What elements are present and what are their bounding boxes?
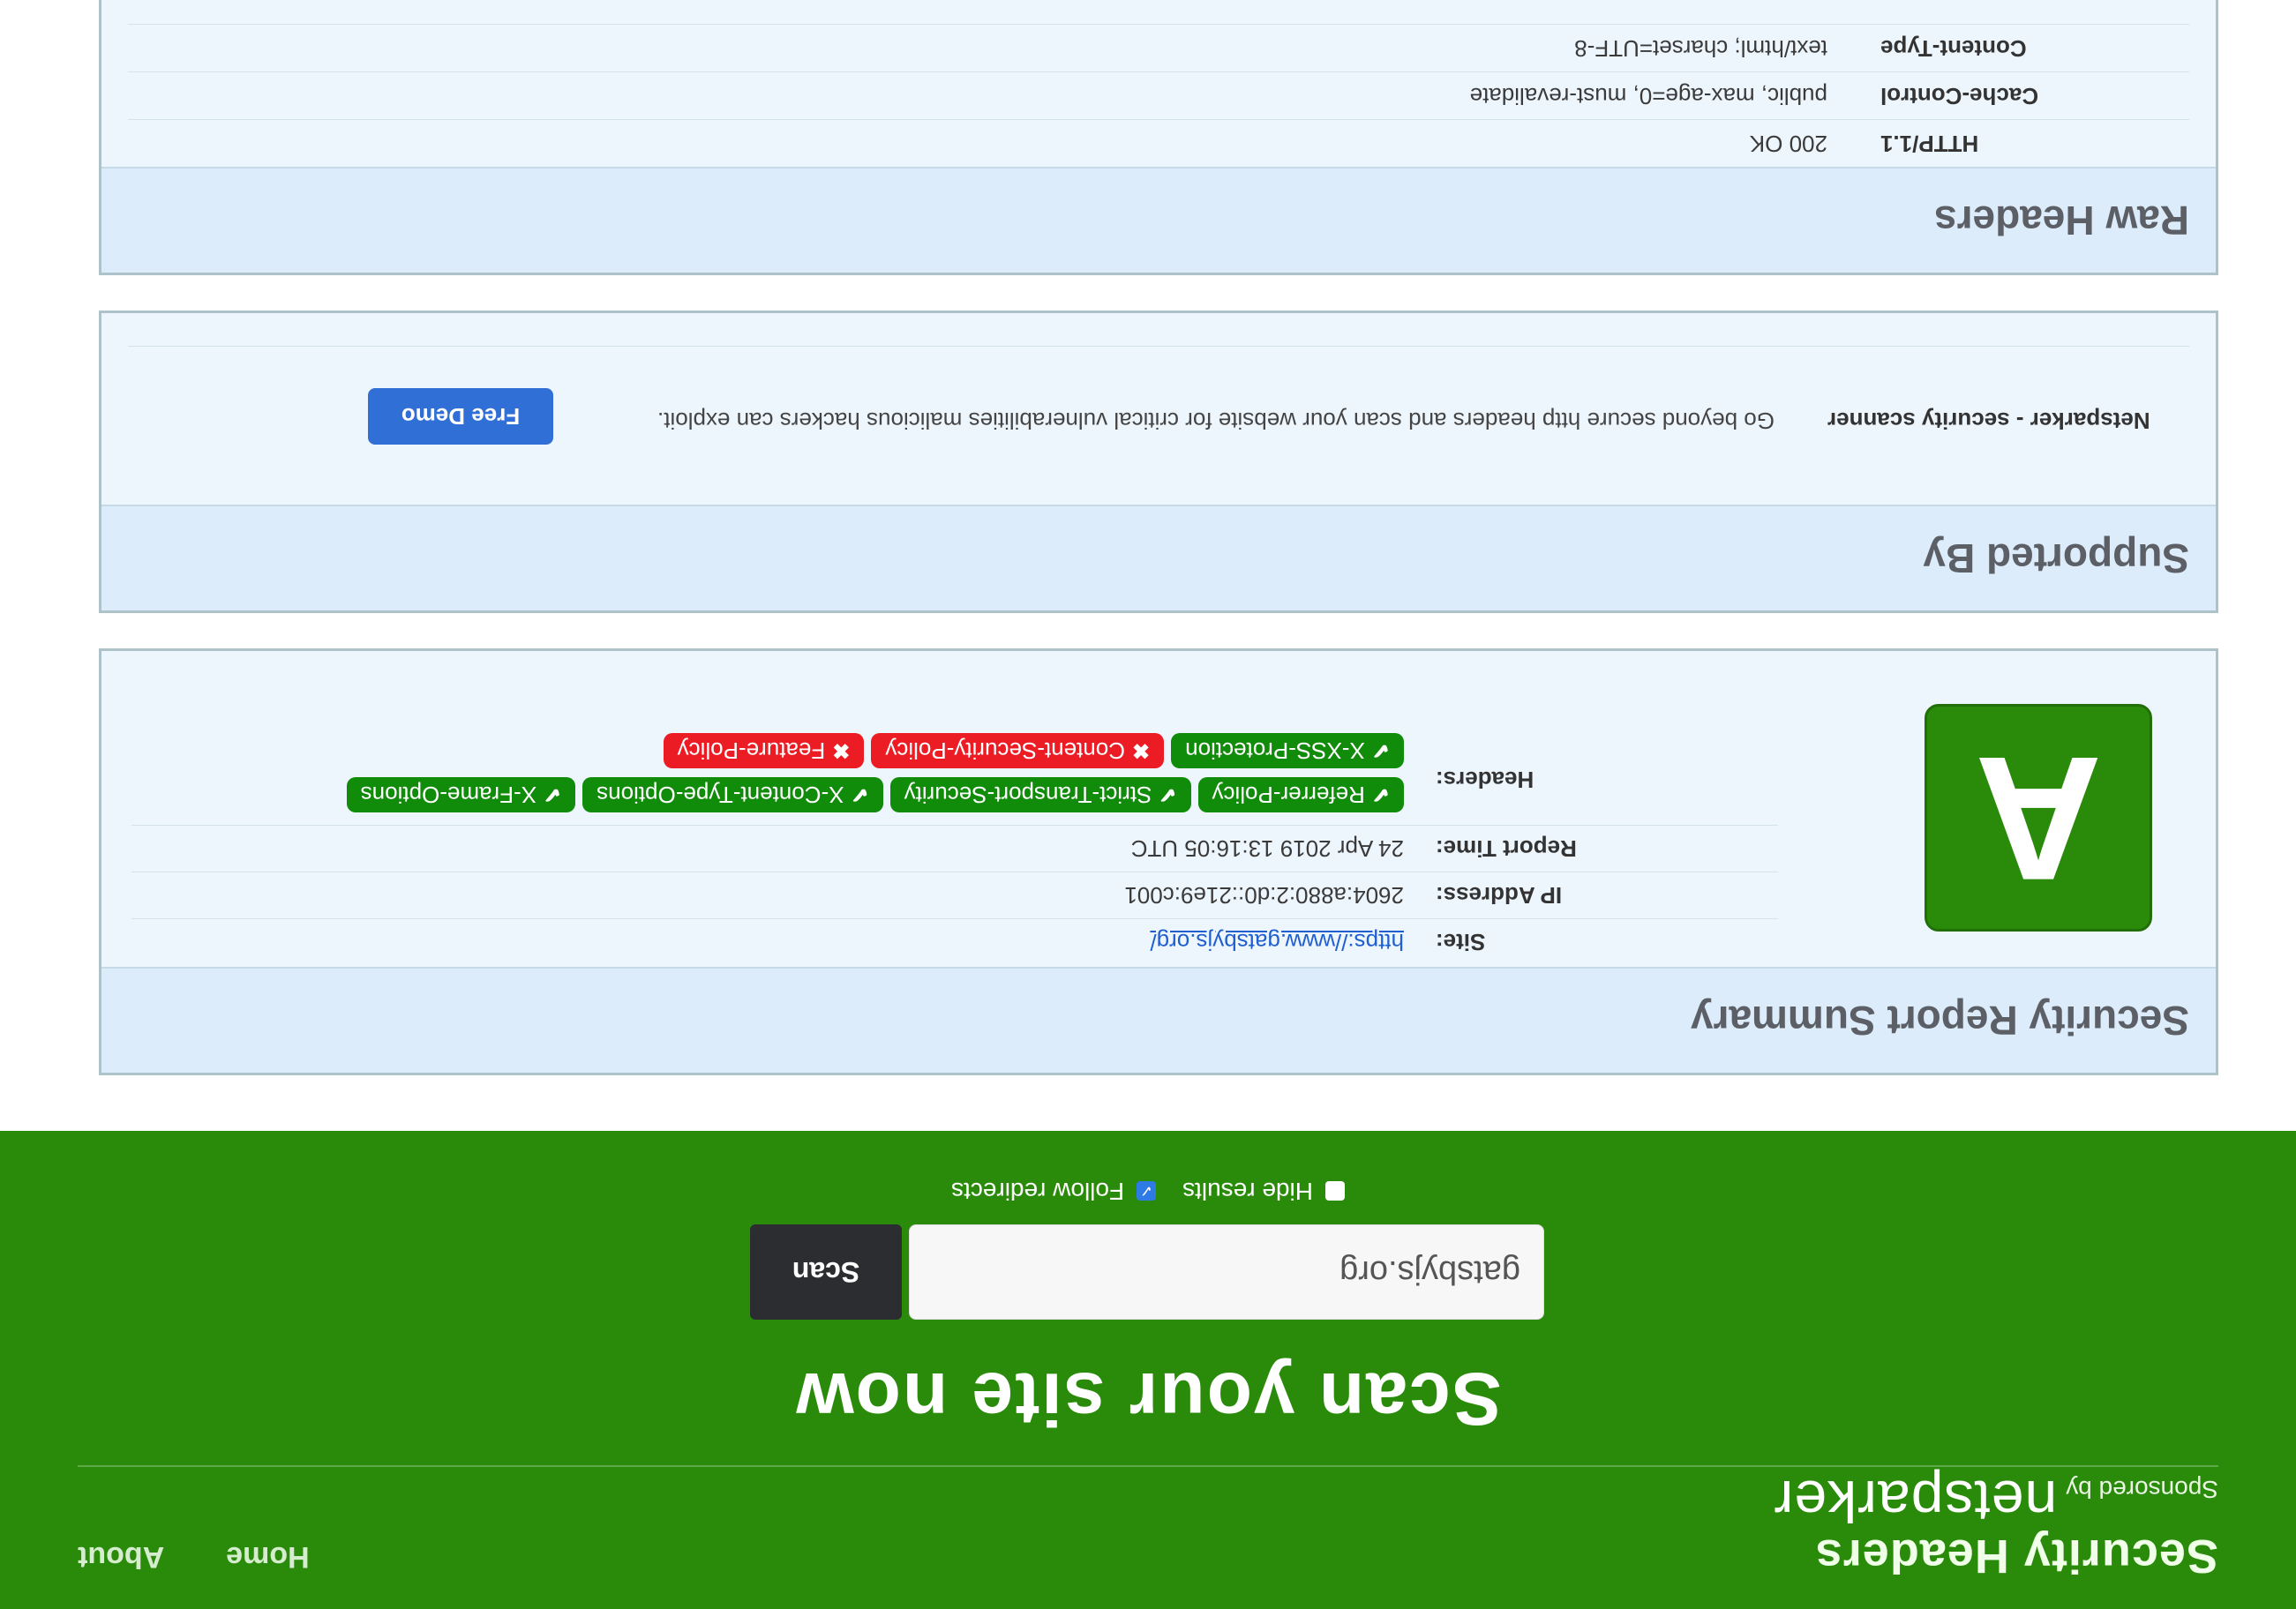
badge-label: X-Content-Type-Options [597,782,844,809]
header-badge-x-content-type-options[interactable]: ✔ X-Content-Type-Options [582,777,883,812]
check-icon: ✔ [1159,782,1177,807]
brand-sponsor-line: Sponsored by netsparker [1773,1468,2218,1535]
raw-header-value: public, max-age=0, must-revalidate [1469,83,1827,109]
check-icon: ✔ [1371,738,1390,763]
main-nav: Home About [78,1539,310,1574]
raw-header-row: Cache-Control public, max-age=0, must-re… [128,71,2189,119]
raw-header-name: Cache-Control [1880,83,2039,109]
summary-row-ip-address: IP Address: 2604:a880:2:d0::21e9:c001 [131,872,1778,918]
header-badge-x-frame-options[interactable]: ✔ X-Frame-Options [346,777,576,812]
badge-label: X-Frame-Options [360,782,537,809]
summary-label: Report Time: [1436,835,1577,863]
scan-form: Scan [750,1224,1544,1320]
site-link[interactable]: https://www.gatsbyjs.org/ [1150,930,1404,956]
sponsor-label: Netsparker - security scanner [1827,408,2150,434]
summary-label: Headers: [1436,767,1534,793]
summary-label: Site: [1436,929,1486,956]
cross-icon: ✖ [832,738,851,763]
grade-letter: A [1974,720,2103,917]
badge-label: Feature-Policy [677,737,826,765]
header-badge-x-xss-protection[interactable]: ✔ X-XSS-Protection [1171,733,1404,768]
header-badge-content-security-policy[interactable]: ✖ Content-Security-Policy [871,733,1165,768]
brand-title[interactable]: Security Headers [1773,1528,2218,1584]
header-badge-strict-transport-security[interactable]: ✔ Strict-Transport-Security [889,777,1191,812]
raw-header-value: 200 OK [1749,131,1827,157]
page: Security Headers Sponsored by netsparker… [0,0,2296,1609]
badge-label: Referrer-Policy [1212,782,1365,809]
header-badges: ✔ Referrer-Policy ✔ Strict-Transport-Secur… [310,733,1404,812]
summary-card-title: Security Report Summary [1691,998,2189,1044]
brand[interactable]: Security Headers Sponsored by netsparker [1773,1468,2218,1584]
badge-label: Strict-Transport-Security [904,782,1152,809]
scan-options: Hide results ✓ Follow redirects [0,1177,2296,1205]
sponsored-by-text: Sponsored by [2066,1476,2218,1503]
header-badge-referrer-policy[interactable]: ✔ Referrer-Policy [1197,777,1404,812]
scan-url-input[interactable] [909,1224,1544,1320]
raw-headers-card: Raw Headers HTTP/1.1 200 OK Cache-Contro… [99,0,2218,275]
netsparker-logo[interactable]: netsparker [1773,1468,2057,1535]
cross-icon: ✖ [1132,738,1151,763]
scan-button[interactable]: Scan [750,1224,902,1320]
nav-home-link[interactable]: Home [226,1539,309,1574]
nav-about-link[interactable]: About [78,1539,164,1574]
free-demo-button[interactable]: Free Demo [368,388,553,445]
summary-row-report-time: Report Time: 24 Apr 2019 13:16:05 UTC [131,825,1778,872]
summary-value: 24 Apr 2019 13:16:05 UTC [1130,835,1404,863]
security-report-summary-card: Security Report Summary A Site: https://… [99,648,2218,1075]
header-divider [78,1465,2218,1467]
sponsor-description: Go beyond secure http headers and scan y… [657,408,1775,434]
supported-by-card: Supported By Netsparker - security scann… [99,311,2218,613]
follow-redirects-checkbox[interactable]: ✓ [1137,1181,1157,1201]
hero-title: Scan your site now [794,1358,1502,1441]
summary-row-site: Site: https://www.gatsbyjs.org/ [131,918,1778,965]
hide-results-checkbox[interactable] [1324,1181,1345,1201]
summary-value: ✔ Referrer-Policy ✔ Strict-Transport-Secur… [131,733,1404,812]
raw-header-value: text/html; charset=UTF-8 [1574,35,1827,62]
summary-table: Site: https://www.gatsbyjs.org/ IP Addre… [131,721,1778,965]
summary-card-header: Security Report Summary [101,967,2216,1073]
summary-label: IP Address: [1436,882,1563,909]
header-badge-feature-policy[interactable]: ✖ Feature-Policy [663,733,865,768]
raw-header-name: HTTP/1.1 [1880,131,1979,157]
raw-card-title: Raw Headers [1934,198,2189,243]
hide-results-label: Hide results [1182,1178,1313,1205]
summary-value: 2604:a880:2:d0::21e9:c001 [1124,882,1404,909]
summary-row-headers: Headers: ✔ Referrer-Policy ✔ Strict-Transp… [131,721,1778,825]
sponsor-row: Netsparker - security scanner Go beyond … [128,346,2189,503]
grade-badge: A [1925,704,2152,932]
raw-header-name: Content-Type [1880,35,2027,62]
follow-redirects-option[interactable]: ✓ Follow redirects [951,1177,1157,1205]
check-icon: ✔ [851,782,869,807]
check-icon: ✔ [544,782,562,807]
check-icon: ✔ [1371,782,1390,807]
site-header: Security Headers Sponsored by netsparker… [0,1131,2296,1609]
summary-value: https://www.gatsbyjs.org/ [131,929,1404,956]
supported-card-title: Supported By [1923,535,2189,581]
raw-card-header: Raw Headers [101,167,2216,273]
hide-results-option[interactable]: Hide results [1182,1177,1345,1205]
badge-label: X-XSS-Protection [1185,737,1365,765]
raw-header-row: HTTP/1.1 200 OK [128,119,2189,167]
follow-redirects-label: Follow redirects [951,1178,1125,1205]
supported-card-header: Supported By [101,505,2216,610]
badge-label: Content-Security-Policy [885,737,1126,765]
raw-header-row: Content-Type text/html; charset=UTF-8 [128,24,2189,71]
